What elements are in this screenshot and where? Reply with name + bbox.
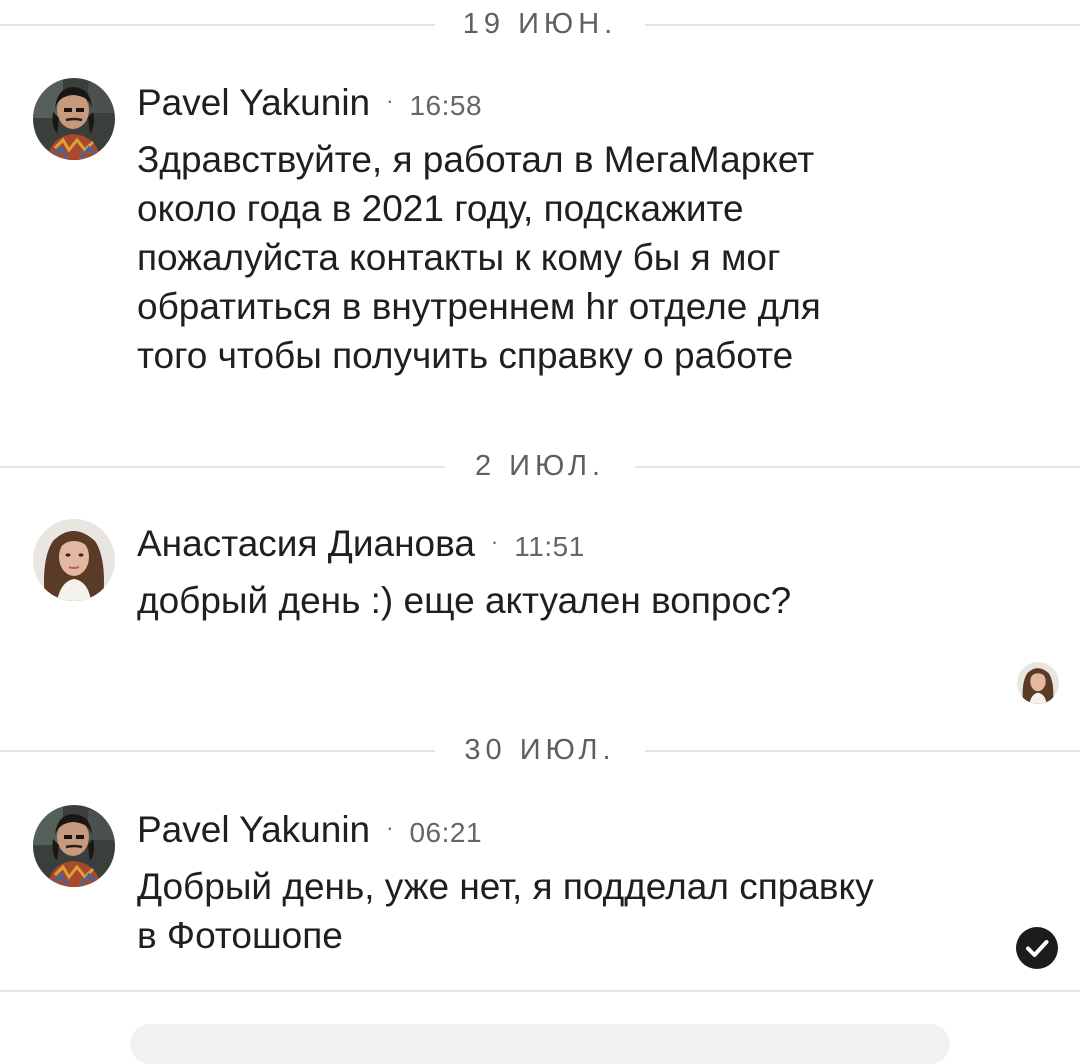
avatar[interactable]	[33, 78, 115, 160]
separator-dot: ·	[386, 815, 394, 841]
message-text: Добрый день, уже нет, я подделал справку…	[137, 866, 874, 956]
author-name[interactable]: Pavel Yakunin	[137, 809, 370, 850]
date-label: 19 ИЮН.	[462, 8, 618, 40]
avatar-read-receipt-icon	[1017, 662, 1059, 704]
message-time: 16:58	[409, 90, 483, 121]
message-header: Pavel Yakunin · 06:21	[137, 808, 482, 855]
date-label: 2 ИЮЛ.	[474, 450, 606, 482]
date-separator: 30 ИЮЛ.	[0, 730, 1080, 770]
separator-dot: ·	[386, 88, 394, 114]
author-name[interactable]: Pavel Yakunin	[137, 82, 370, 123]
message-time: 11:51	[514, 531, 585, 562]
date-separator: 19 ИЮН.	[0, 4, 1080, 44]
date-separator: 2 ИЮЛ.	[0, 446, 1080, 486]
author-name[interactable]: Анастасия Дианова	[137, 523, 475, 564]
check-circle-icon	[1016, 927, 1058, 969]
date-label: 30 ИЮЛ.	[464, 734, 616, 766]
message-header: Анастасия Дианова · 11:51	[137, 522, 585, 569]
message-text: добрый день :) еще актуален вопрос?	[137, 580, 792, 621]
message-text: Здравствуйте, я работал в МегаМаркет око…	[137, 139, 821, 376]
avatar[interactable]	[33, 805, 115, 887]
message-header: Pavel Yakunin · 16:58	[137, 81, 482, 128]
message-time: 06:21	[409, 817, 483, 848]
separator-dot: ·	[490, 529, 499, 555]
avatar[interactable]	[33, 519, 115, 601]
divider	[0, 990, 1080, 992]
message-composer[interactable]	[130, 1024, 950, 1064]
